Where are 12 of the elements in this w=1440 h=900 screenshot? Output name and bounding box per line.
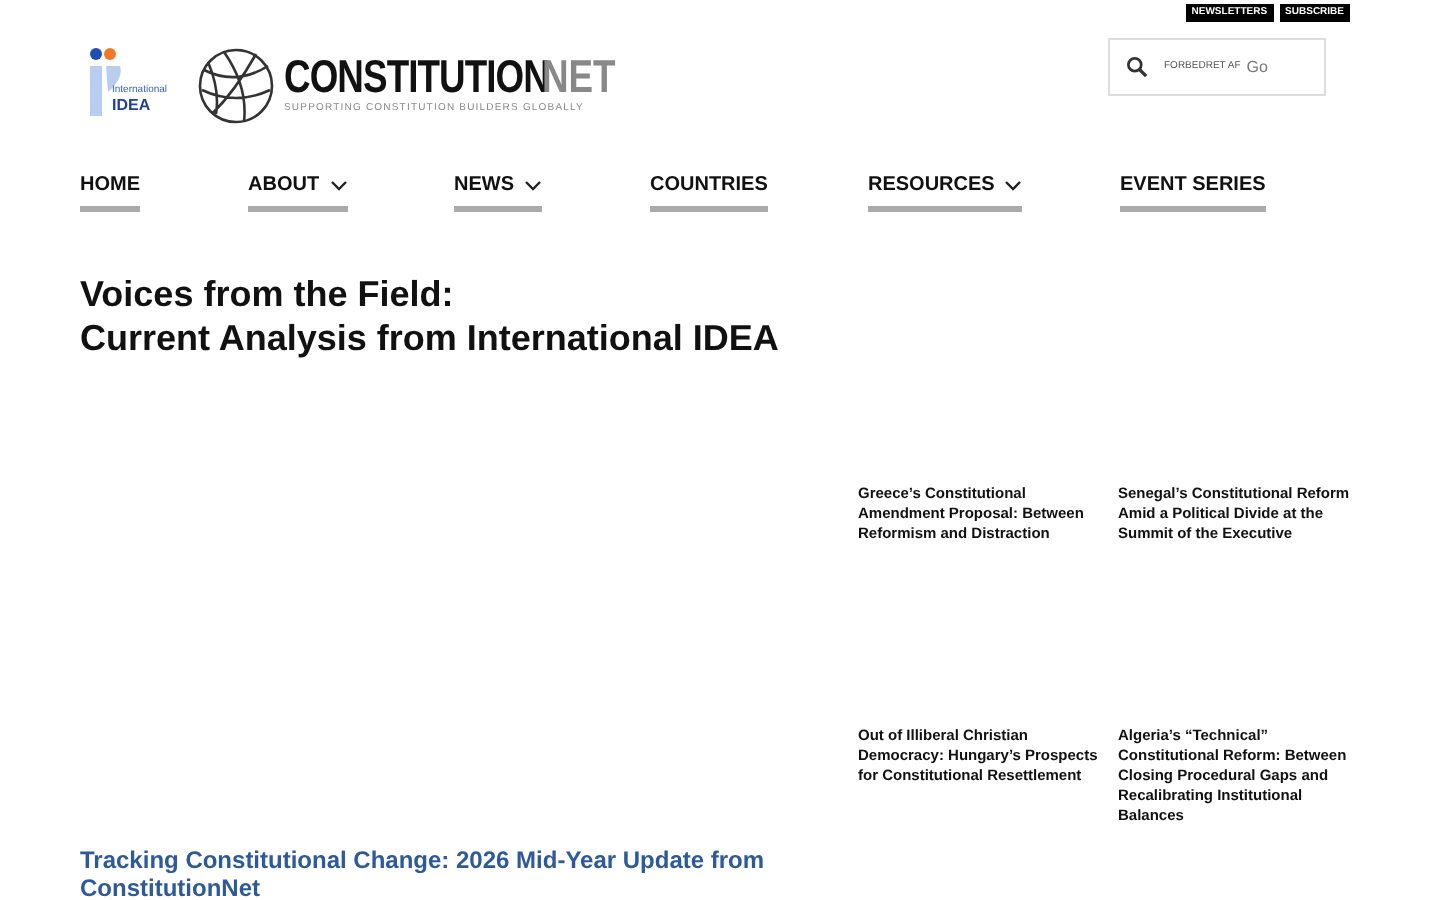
featured-article-title[interactable]: Tracking Constitutional Change: 2026 Mid-Year Update from ConstitutionNet — [80, 846, 780, 900]
nav-link[interactable]: ABOUT — [248, 170, 348, 212]
globe-icon — [196, 46, 276, 126]
brand-suffix: NET — [542, 54, 616, 101]
nav-link[interactable]: EVENT SERIES — [1120, 170, 1266, 212]
nav-link[interactable]: HOME — [80, 170, 140, 212]
nav-link[interactable]: NEWS — [454, 170, 542, 212]
section-heading: Current Analysis from International IDEA — [80, 316, 781, 360]
search-icon — [1126, 56, 1148, 78]
nav-link[interactable]: COUNTRIES — [650, 170, 768, 212]
section-heading: Voices from the Field: — [80, 272, 456, 316]
nav-link[interactable]: RESOURCES — [868, 170, 1023, 212]
